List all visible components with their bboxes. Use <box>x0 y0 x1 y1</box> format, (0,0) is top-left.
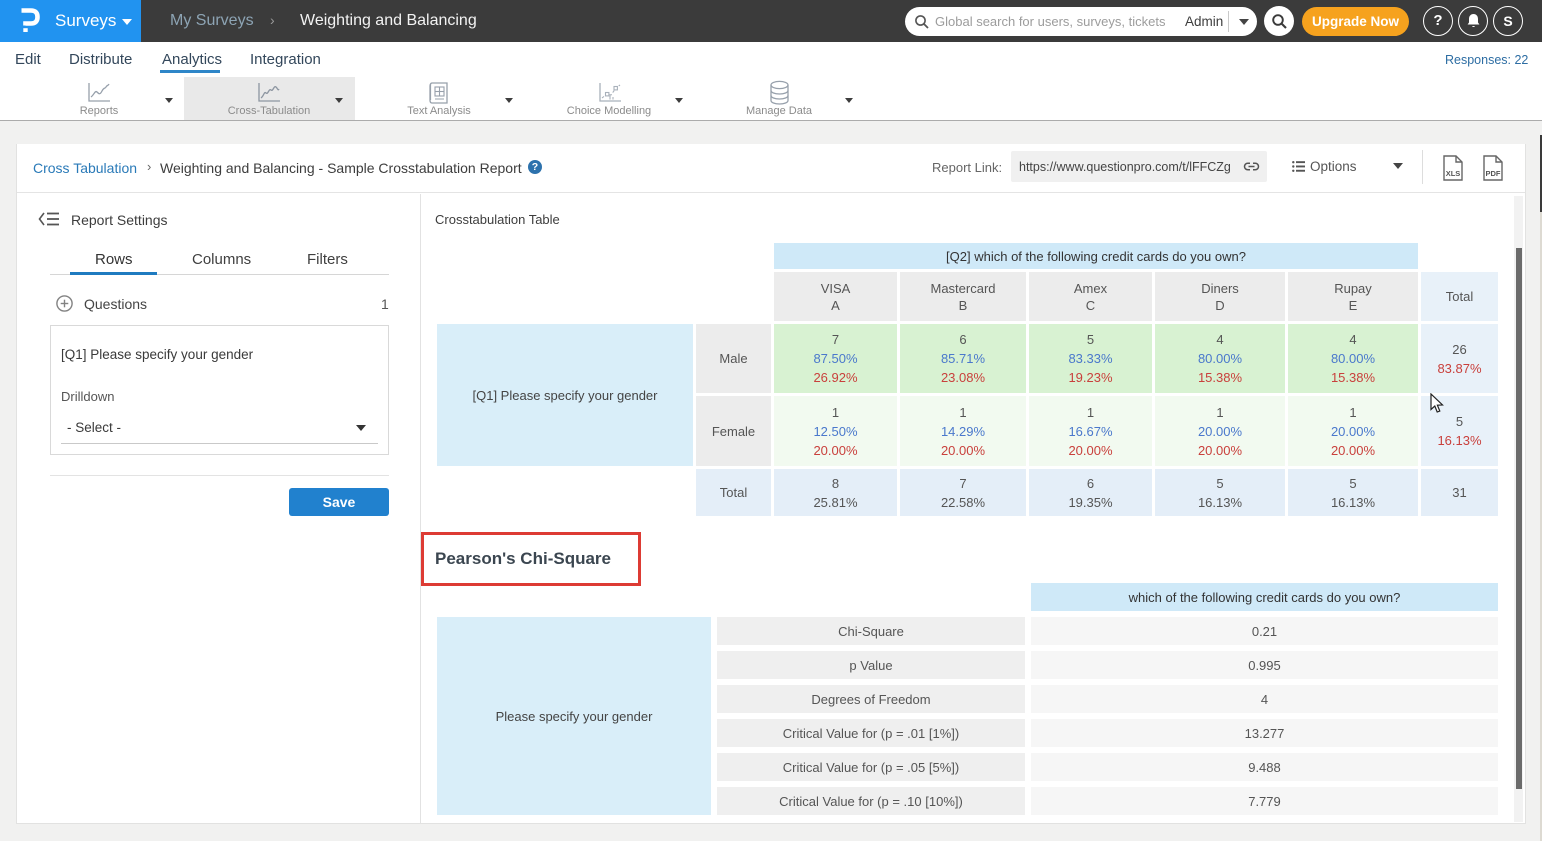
svg-text:XLS: XLS <box>1446 169 1461 178</box>
svg-text:PDF: PDF <box>1486 169 1501 178</box>
